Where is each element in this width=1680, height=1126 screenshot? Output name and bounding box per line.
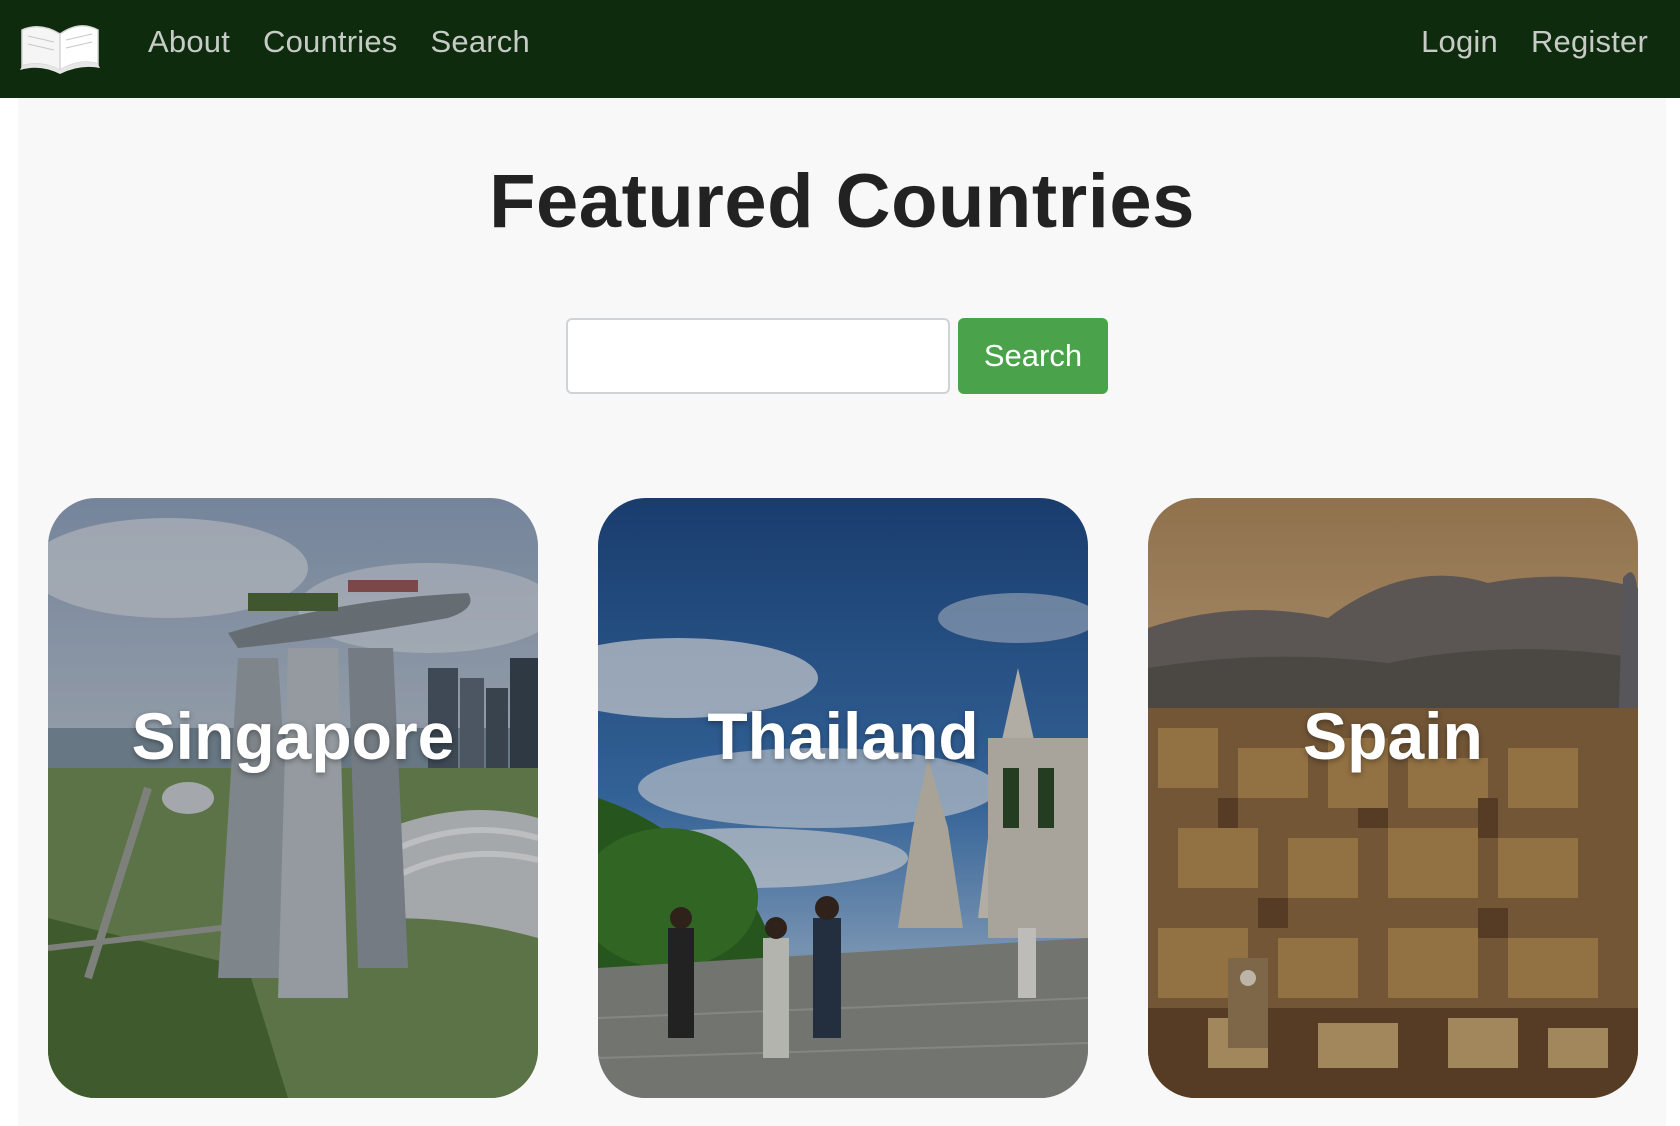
card-title-spain: Spain xyxy=(1303,699,1483,773)
top-navbar: About Countries Search Login Register xyxy=(0,0,1680,98)
main-content: Featured Countries Search Singapore Thai… xyxy=(18,98,1666,1126)
search-form: Search xyxy=(566,318,1108,394)
card-title-singapore: Singapore xyxy=(131,699,455,773)
brand-logo-link[interactable] xyxy=(18,18,102,74)
nav-link-login[interactable]: Login xyxy=(1421,24,1498,60)
card-overlay xyxy=(48,498,538,1098)
page-title: Featured Countries xyxy=(489,159,1195,244)
nav-link-register[interactable]: Register xyxy=(1531,24,1648,60)
nav-link-countries[interactable]: Countries xyxy=(263,24,397,60)
card-title-thailand: Thailand xyxy=(707,699,979,773)
nav-links-right: Login Register xyxy=(1421,0,1648,84)
search-input[interactable] xyxy=(566,318,950,394)
search-button[interactable]: Search xyxy=(958,318,1108,394)
card-overlay xyxy=(1148,498,1638,1098)
nav-links-left: About Countries Search xyxy=(148,0,530,84)
country-card-singapore[interactable]: Singapore xyxy=(48,498,538,1098)
country-card-thailand[interactable]: Thailand xyxy=(598,498,1088,1098)
card-overlay xyxy=(598,498,1088,1098)
nav-link-search[interactable]: Search xyxy=(431,24,530,60)
nav-link-about[interactable]: About xyxy=(148,24,230,60)
country-card-spain[interactable]: Spain xyxy=(1148,498,1638,1098)
open-book-icon xyxy=(20,25,100,74)
